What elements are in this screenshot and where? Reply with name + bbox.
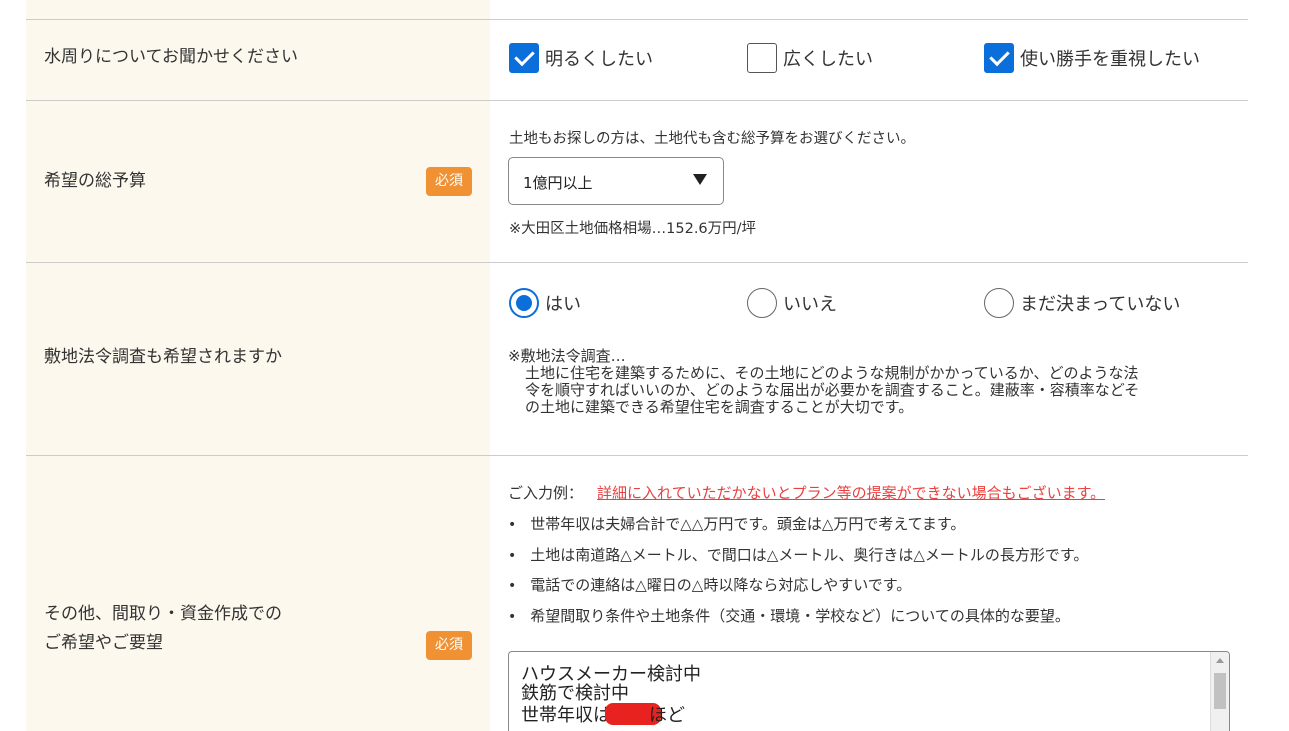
survey-label: 敷地法令調査も希望されますか [44,347,282,367]
request-textarea[interactable]: ハウスメーカー検討中 鉄筋で検討中 世帯年収は ほど [508,651,1230,731]
checkbox-unchecked-icon[interactable] [747,43,777,73]
scroll-up-icon[interactable] [1216,658,1224,663]
checkbox-usability[interactable]: 使い勝手を重視したい [984,43,1200,73]
radio-undecided[interactable]: まだ決まっていない [984,288,1180,318]
example-prefix: ご入力例： [508,484,584,502]
warning-text: 詳細に入れていただかないとプラン等の提案ができない場合もございます。 [597,484,1106,502]
budget-label: 希望の総予算 [44,171,146,191]
water-label-cell: 水周りについてお聞かせください [26,20,490,100]
dropdown-arrow-icon [693,174,707,185]
checkbox-label: 明るくしたい [545,49,653,70]
other-label-line2: ご希望やご要望 [44,633,163,653]
scroll-thumb[interactable] [1214,673,1226,709]
checkbox-checked-icon[interactable] [509,43,539,73]
textarea-line-suffix: ほど [649,705,685,726]
radio-unselected-icon[interactable] [747,288,777,318]
budget-label-cell: 希望の総予算 必須 [26,101,490,262]
budget-select-value: 1億円以上 [523,174,593,192]
required-badge: 必須 [426,167,472,196]
budget-note: 土地もお探しの方は、土地代も含む総予算をお選びください。 [509,131,915,147]
radio-no[interactable]: いいえ [747,288,837,318]
textarea-line: 世帯年収は ほど [521,703,701,725]
checkbox-bright[interactable]: 明るくしたい [509,43,653,73]
other-label-line1: その他、間取り・資金作成での [44,604,282,624]
water-label: 水周りについてお聞かせください [44,47,298,67]
radio-label: はい [545,294,581,315]
textarea-scrollbar[interactable] [1210,652,1229,731]
survey-description-title: ※敷地法令調査… [508,347,626,365]
price-note: ※大田区土地価格相場…152.6万円/坪 [509,221,757,237]
list-item: 電話での連絡は△曜日の△時以降なら対応しやすいです。 [508,573,1088,604]
radio-label: いいえ [783,294,837,315]
radio-selected-icon[interactable] [509,288,539,318]
textarea-line-prefix: 世帯年収は [521,705,611,726]
radio-yes[interactable]: はい [509,288,581,318]
survey-description-line: の土地に建築できる希望住宅を調査することが大切です。 [525,398,914,416]
survey-label-cell: 敷地法令調査も希望されますか [26,263,490,455]
survey-description-line: 令を順守すればいいのか、どのような届出が必要かを調査すること。建蔽率・容積率など… [525,381,1140,399]
field-column: 明るくしたい 広くしたい 使い勝手を重視したい 土地もお探しの方は、土地代も含む… [490,0,1248,731]
list-item: 土地は南道路△メートル、で間口は△メートル、奥行きは△メートルの長方形です。 [508,543,1088,574]
example-heading: ご入力例： 詳細に入れていただかないとプラン等の提案ができない場合もございます。 [508,482,1105,503]
list-item: 希望間取り条件や土地条件（交通・環境・学校など）についての具体的な要望。 [508,604,1088,635]
checkbox-checked-icon[interactable] [984,43,1014,73]
budget-select[interactable]: 1億円以上 [508,157,724,205]
radio-label: まだ決まっていない [1020,294,1181,315]
other-label-cell: その他、間取り・資金作成での ご希望やご要望 必須 [26,456,490,731]
textarea-content: ハウスメーカー検討中 鉄筋で検討中 世帯年収は ほど [521,665,701,725]
checkbox-label: 使い勝手を重視したい [1020,49,1200,70]
survey-description-line: 土地に住宅を建築するために、その土地にどのような規制がかかっているか、どのような… [525,364,1139,382]
radio-unselected-icon[interactable] [984,288,1014,318]
example-list: 世帯年収は夫婦合計で△△万円です。頭金は△万円で考えてます。 土地は南道路△メー… [508,512,1088,634]
required-badge: 必須 [426,631,472,660]
checkbox-spacious[interactable]: 広くしたい [747,43,873,73]
survey-description-body: 土地に住宅を建築するために、その土地にどのような規制がかかっているか、どのような… [508,365,1228,416]
survey-description: ※敷地法令調査… 土地に住宅を建築するために、その土地にどのような規制がかかって… [508,348,1228,416]
previous-label-cell [26,0,490,19]
textarea-line: 鉄筋で検討中 [521,683,629,704]
list-item: 世帯年収は夫婦合計で△△万円です。頭金は△万円で考えてます。 [508,512,1088,543]
checkbox-label: 広くしたい [783,49,873,70]
textarea-line: ハウスメーカー検討中 [521,664,701,685]
